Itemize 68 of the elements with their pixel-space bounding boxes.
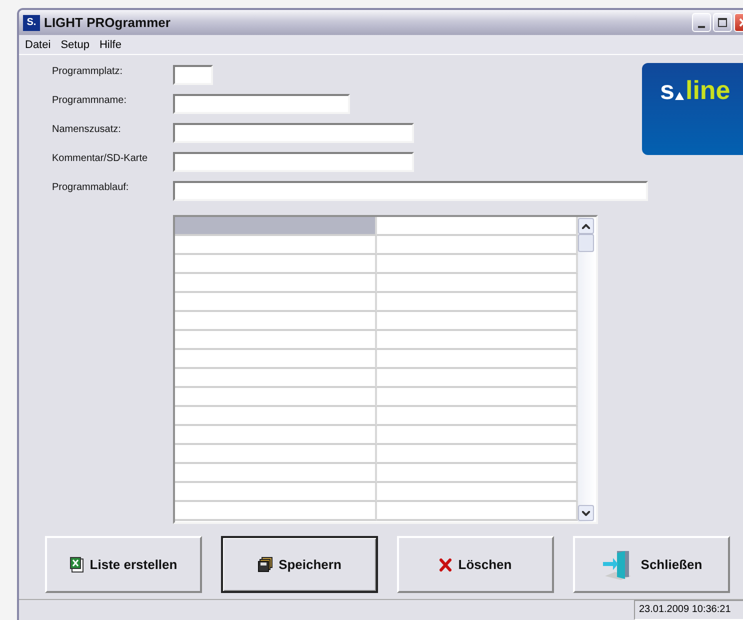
grid-cell[interactable] bbox=[175, 255, 376, 274]
grid-cell[interactable] bbox=[376, 483, 578, 502]
input-field[interactable] bbox=[173, 65, 213, 85]
action-button[interactable]: Speichern bbox=[221, 536, 378, 593]
input-field[interactable] bbox=[173, 181, 648, 201]
triangle-icon bbox=[675, 90, 684, 100]
field-label: Namenszusatz: bbox=[52, 123, 122, 135]
grid-cell[interactable] bbox=[175, 445, 376, 464]
action-button[interactable]: Liste erstellen bbox=[45, 536, 202, 593]
scroll-up-button[interactable] bbox=[578, 218, 594, 234]
maximize-icon bbox=[718, 18, 727, 27]
menu-item[interactable]: Hilfe bbox=[99, 38, 122, 50]
grid-cell[interactable] bbox=[175, 217, 376, 236]
field-label: Kommentar/SD-Karte bbox=[52, 152, 149, 164]
grid-cell[interactable] bbox=[376, 217, 578, 236]
logo-text: line bbox=[685, 77, 730, 103]
grid-cell[interactable] bbox=[376, 255, 578, 274]
spreadsheet-icon bbox=[70, 556, 84, 572]
grid-cell[interactable] bbox=[175, 331, 376, 350]
menu-item[interactable]: Datei bbox=[25, 38, 51, 50]
grid-cell[interactable] bbox=[376, 445, 578, 464]
grid-cell[interactable] bbox=[175, 274, 376, 293]
grid-cell[interactable] bbox=[376, 350, 578, 369]
grid-cell[interactable] bbox=[376, 388, 578, 407]
grid-cell[interactable] bbox=[376, 426, 578, 445]
scroll-down-button[interactable] bbox=[578, 505, 594, 521]
grid-cell[interactable] bbox=[376, 236, 578, 255]
grid-cell[interactable] bbox=[175, 369, 376, 388]
grid-cell[interactable] bbox=[175, 426, 376, 445]
grid-cell[interactable] bbox=[175, 293, 376, 312]
app-icon: S. bbox=[23, 14, 40, 30]
action-button[interactable]: Schließen bbox=[573, 536, 730, 593]
scroll-thumb[interactable] bbox=[578, 234, 594, 252]
scrollbar[interactable] bbox=[578, 217, 596, 522]
grid-cell[interactable] bbox=[376, 331, 578, 350]
grid-cell[interactable] bbox=[376, 293, 578, 312]
grid-cell[interactable] bbox=[175, 502, 376, 521]
action-button[interactable]: Löschen bbox=[397, 536, 554, 593]
field-label: Programmplatz: bbox=[52, 65, 124, 77]
minimize-icon bbox=[698, 26, 705, 28]
field-label: Programmname: bbox=[52, 94, 128, 106]
grid-cell[interactable] bbox=[376, 274, 578, 293]
grid-cell[interactable] bbox=[175, 388, 376, 407]
minimize-button[interactable] bbox=[692, 13, 711, 32]
grid-cell[interactable] bbox=[175, 350, 376, 369]
caret-up-icon bbox=[582, 224, 590, 228]
floppy-disks-icon bbox=[258, 557, 273, 572]
grid-cell[interactable] bbox=[376, 464, 578, 483]
field-label: Programmablauf: bbox=[52, 181, 130, 193]
cross-icon bbox=[439, 558, 452, 572]
grid-cell[interactable] bbox=[175, 407, 376, 426]
grid-cell[interactable] bbox=[376, 312, 578, 331]
menu-item[interactable]: Setup bbox=[60, 38, 90, 50]
grid-cell[interactable] bbox=[175, 312, 376, 331]
input-field[interactable] bbox=[173, 94, 350, 114]
input-field[interactable] bbox=[173, 152, 414, 172]
grid-cell[interactable] bbox=[175, 236, 376, 255]
status-datetime: 23.01.2009 10:36:21 bbox=[634, 600, 743, 620]
caret-down-icon bbox=[582, 510, 590, 516]
window-title: LIGHT PROgrammer bbox=[44, 15, 172, 30]
grid-cell[interactable] bbox=[376, 369, 578, 388]
grid-cell[interactable] bbox=[376, 407, 578, 426]
input-field[interactable] bbox=[173, 123, 414, 143]
grid-cell[interactable] bbox=[175, 483, 376, 502]
logo-text: s bbox=[660, 77, 674, 103]
grid-cell[interactable] bbox=[175, 464, 376, 483]
grid-cell[interactable] bbox=[376, 502, 578, 521]
maximize-button[interactable] bbox=[713, 13, 732, 32]
